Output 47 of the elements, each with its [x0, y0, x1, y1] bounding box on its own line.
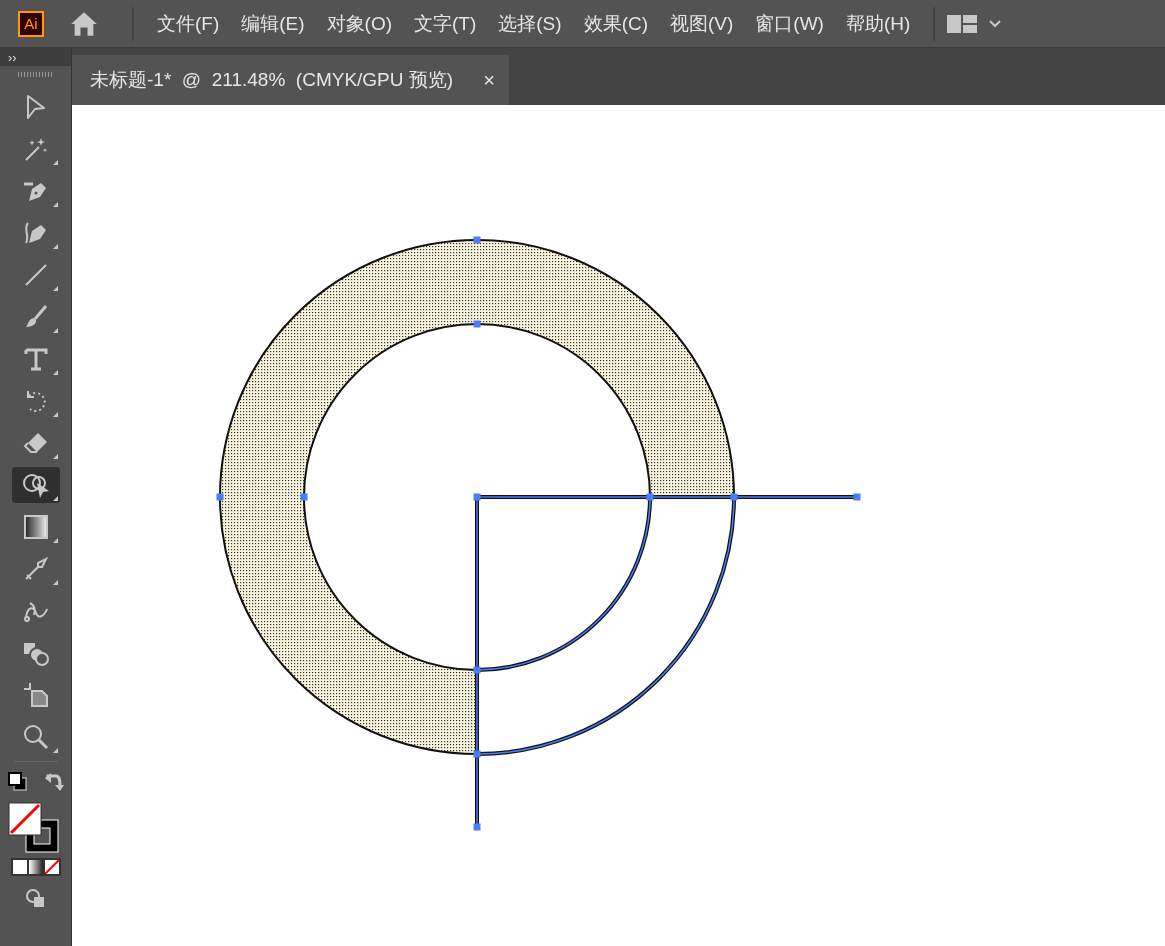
anchor-point[interactable]	[473, 493, 481, 501]
corner-triangle-icon	[52, 496, 58, 501]
color-mode-icon[interactable]	[10, 858, 61, 876]
corner-triangle-icon	[52, 202, 58, 207]
shape-builder-icon	[21, 471, 50, 499]
anchor-point[interactable]	[853, 493, 861, 501]
workspace-layout-icon[interactable]	[947, 14, 978, 33]
menu-item[interactable]: 帮助(H)	[834, 10, 922, 37]
anchor-point[interactable]	[473, 823, 481, 831]
corner-triangle-icon	[52, 454, 58, 459]
anchor-point[interactable]	[216, 493, 224, 501]
tool-button[interactable]	[11, 467, 60, 503]
close-button[interactable]: ×	[483, 68, 495, 92]
corner-triangle-icon	[52, 580, 58, 585]
default-colors-icon[interactable]	[7, 772, 28, 792]
corner-triangle-icon	[52, 538, 58, 543]
menu-item[interactable]: 对象(O)	[315, 10, 404, 37]
app-logo: Ai	[18, 10, 44, 37]
menu-item[interactable]: 效果(C)	[572, 10, 659, 37]
corner-triangle-icon	[52, 244, 58, 249]
anchor-point[interactable]	[473, 236, 481, 244]
zoom-icon	[21, 723, 50, 751]
corner-triangle-icon	[52, 370, 58, 375]
corner-triangle-icon	[52, 286, 58, 291]
artboard-icon	[21, 681, 50, 709]
anchor-point[interactable]	[473, 666, 481, 674]
corner-triangle-icon	[52, 748, 58, 753]
menu-item[interactable]: 选择(S)	[487, 10, 573, 37]
chevron-down-icon[interactable]	[989, 19, 1002, 28]
anchor-point[interactable]	[646, 493, 654, 501]
swap-arrow-icon[interactable]	[43, 772, 64, 792]
menu-item[interactable]: 窗口(W)	[744, 10, 835, 37]
anchor-point[interactable]	[300, 493, 308, 501]
corner-triangle-icon	[52, 160, 58, 165]
document-tab[interactable]: 未标题-1* @ 211.48% (CMYK/GPU 预览) ×	[72, 55, 509, 105]
document-title: 未标题-1* @ 211.48% (CMYK/GPU 预览)	[90, 68, 454, 92]
anchor-point[interactable]	[473, 750, 481, 758]
anchor-point[interactable]	[730, 493, 738, 501]
anchor-point[interactable]	[473, 320, 481, 328]
draw-mode-icon[interactable]	[24, 888, 47, 908]
corner-triangle-icon	[52, 328, 58, 333]
menu-item[interactable]: 文字(T)	[403, 10, 488, 37]
corner-triangle-icon	[52, 412, 58, 417]
menu-item[interactable]: 编辑(E)	[230, 10, 316, 37]
gradient-icon	[21, 513, 50, 541]
menu-item[interactable]: 文件(F)	[146, 10, 231, 37]
menu-item[interactable]: 视图(V)	[659, 10, 745, 37]
